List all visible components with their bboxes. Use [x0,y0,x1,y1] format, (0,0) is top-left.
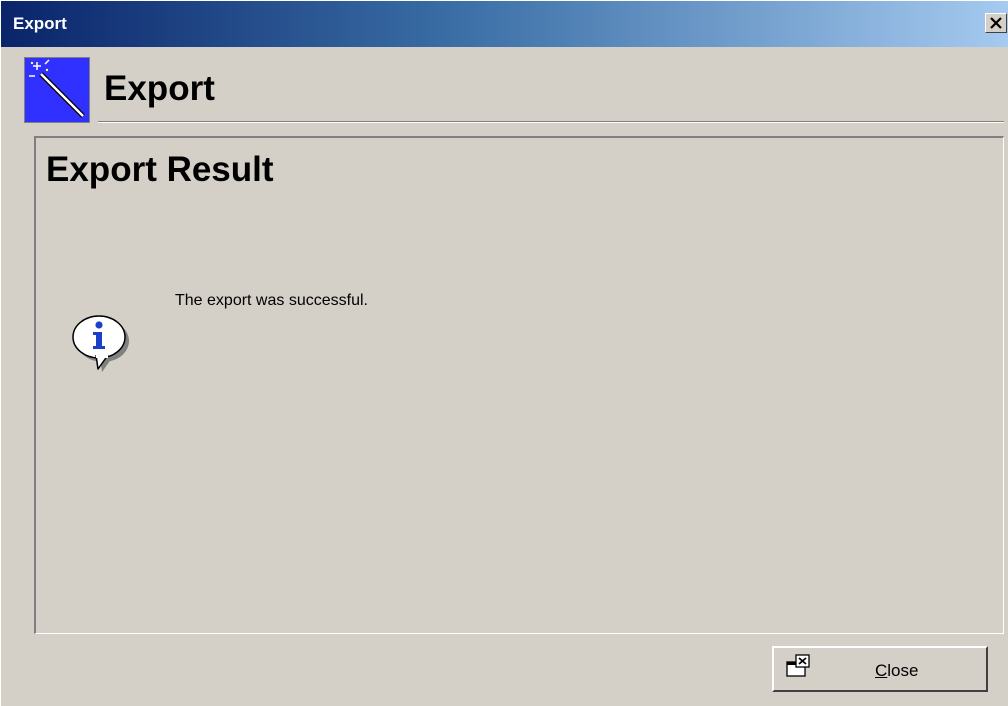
panel-title: Export Result [46,150,274,189]
window-close-button[interactable] [985,13,1007,33]
close-icon [990,17,1002,29]
close-label-rest: lose [887,661,919,680]
export-dialog: Export Export Export Result The export w… [0,0,1008,706]
wizard-header: Export [1,47,1008,131]
title-bar[interactable]: Export [1,1,1008,47]
header-divider [98,121,1004,123]
result-panel: Export Result The export was successful. [34,136,1004,634]
info-icon [62,306,134,378]
wizard-wand-icon [24,57,90,123]
result-message: The export was successful. [175,292,368,309]
close-button-label: Close [875,661,918,681]
close-button[interactable]: Close [772,646,988,692]
close-window-icon [785,654,813,680]
header-title: Export [104,69,215,108]
window-title: Export [13,14,67,33]
close-mnemonic: C [875,661,888,680]
